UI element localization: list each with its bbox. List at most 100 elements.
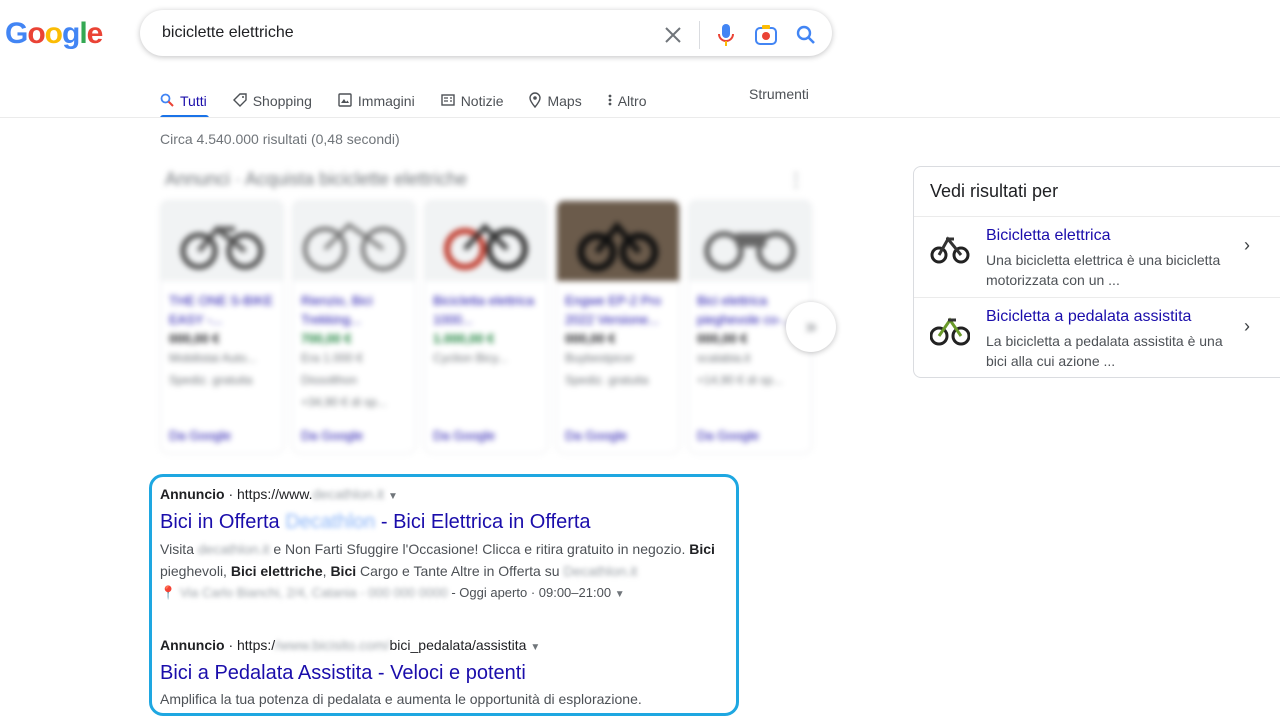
more-icon bbox=[608, 93, 612, 110]
dot-separator: · bbox=[228, 637, 237, 653]
ad-label: Annuncio bbox=[160, 486, 225, 502]
product-title: THE ONE S-BIKE EASY -... bbox=[169, 293, 274, 327]
tag-icon bbox=[232, 92, 247, 110]
tab-label: Altro bbox=[617, 93, 647, 109]
panel-item-title: Bicicletta elettrica bbox=[986, 227, 1111, 244]
chevron-right-icon: » bbox=[805, 315, 817, 338]
camera-icon[interactable] bbox=[754, 23, 778, 47]
search-tabs: Tutti Shopping Immagini Notizie Maps Alt… bbox=[160, 84, 673, 118]
ad-url-domain: decathlon.it bbox=[312, 486, 385, 502]
product-shipping: Dissolthon bbox=[301, 373, 358, 387]
chevron-down-icon[interactable]: ▼ bbox=[530, 642, 540, 653]
image-icon bbox=[338, 92, 352, 110]
product-title: Engwe EP-2 Pro 2022 Versione... bbox=[565, 293, 662, 327]
product-shipping: +14,90 € di sp... bbox=[697, 373, 783, 387]
panel-item-desc: Una bicicletta elettrica è una biciclett… bbox=[986, 252, 1221, 288]
product-price: 000,00 € bbox=[565, 331, 616, 346]
panel-item-bicicletta-elettrica[interactable]: Bicicletta elettrica Una bicicletta elet… bbox=[914, 216, 1280, 296]
ad-title-link[interactable]: Bici a Pedalata Assistita - Veloci e pot… bbox=[160, 662, 526, 685]
tab-label: Notizie bbox=[460, 93, 504, 109]
ad-location-line[interactable]: 📍 Via Carlo Bianchi, 2/4, Catania - 000 … bbox=[160, 582, 625, 606]
ad-title-brand: Decathlon bbox=[285, 511, 376, 533]
mic-icon[interactable] bbox=[714, 23, 738, 47]
ad-label: Annuncio bbox=[160, 637, 225, 653]
search-icon[interactable] bbox=[794, 23, 818, 47]
chevron-right-icon: › bbox=[1244, 235, 1250, 255]
panel-item-desc: La bicicletta a pedalata assistita è una… bbox=[986, 333, 1223, 369]
ad-title-part: Bici in Offerta bbox=[160, 511, 286, 533]
pin-icon bbox=[529, 91, 542, 111]
product-source: Da Google bbox=[565, 428, 628, 443]
ad-url-line[interactable]: Annuncio · https://www.decathlon.it ▼ bbox=[160, 486, 398, 502]
google-logo[interactable]: Google bbox=[5, 17, 103, 51]
product-seller: Mobilistai Auto... bbox=[169, 351, 257, 365]
product-price: 700,00 € bbox=[301, 331, 352, 346]
search-icon bbox=[160, 93, 174, 110]
product-seller: Cyclion Bicy... bbox=[433, 351, 508, 365]
ad-url-line[interactable]: Annuncio · https://www.bicisito.com/bici… bbox=[160, 637, 540, 653]
header-divider bbox=[0, 117, 1280, 118]
product-extra: +34,90 € di sp... bbox=[301, 395, 387, 409]
pin-icon: 📍 bbox=[160, 585, 177, 600]
ad-title-link[interactable]: Bici in Offerta Decathlon - Bici Elettri… bbox=[160, 511, 591, 534]
bike-image bbox=[689, 201, 811, 281]
panel-item-title: Bicicletta a pedalata assistita bbox=[986, 308, 1192, 325]
result-stats: Circa 4.540.000 risultati (0,48 secondi) bbox=[160, 131, 400, 147]
product-card[interactable]: THE ONE S-BIKE EASY -... 000,00 € Mobili… bbox=[160, 200, 284, 454]
product-price: 1.000,00 € bbox=[433, 331, 495, 346]
tab-label: Maps bbox=[547, 93, 582, 109]
panel-title: Vedi risultati per bbox=[930, 181, 1059, 201]
see-results-panel: Vedi risultati per Bicicletta elettrica … bbox=[913, 166, 1280, 378]
product-title: Rienzio, Bici Trekking... bbox=[301, 293, 373, 327]
tab-maps[interactable]: Maps bbox=[529, 84, 591, 118]
ad-url-domain: /www.bicisito.com/ bbox=[275, 637, 390, 653]
search-divider bbox=[699, 21, 700, 49]
ad-url: https://www. bbox=[237, 486, 313, 502]
product-seller: Era 1.000 € bbox=[301, 351, 364, 365]
dot-separator: · bbox=[228, 486, 237, 502]
shopping-title: Annunci · Acquista biciclette elettriche bbox=[165, 169, 468, 189]
clear-icon[interactable] bbox=[661, 23, 685, 47]
bike-image bbox=[557, 201, 679, 281]
product-card[interactable]: Rienzio, Bici Trekking... 700,00 € Era 1… bbox=[292, 200, 416, 454]
carousel-next-button[interactable]: » bbox=[786, 302, 836, 352]
product-source: Da Google bbox=[301, 428, 364, 443]
ad-hours: - Oggi aperto · 09:00–21:00 bbox=[451, 585, 612, 600]
ad-description: Amplifica la tua potenza di pedalata e a… bbox=[160, 691, 642, 707]
product-shipping: Spediz. gratuita bbox=[565, 373, 649, 387]
product-card[interactable]: Engwe EP-2 Pro 2022 Versione... 000,00 €… bbox=[556, 200, 680, 454]
tab-label: Tutti bbox=[180, 93, 207, 109]
ad-title-part: - Bici Elettrica in Offerta bbox=[375, 511, 591, 533]
search-input[interactable]: biciclette elettriche bbox=[162, 24, 294, 42]
tab-label: Immagini bbox=[357, 93, 415, 109]
product-source: Da Google bbox=[697, 428, 760, 443]
tools-button[interactable]: Strumenti bbox=[749, 86, 809, 102]
ad-url-path: bici_pedalata/assistita bbox=[389, 637, 527, 653]
panel-item-pedalata-assistita[interactable]: Bicicletta a pedalata assistita La bicic… bbox=[914, 297, 1280, 377]
product-source: Da Google bbox=[169, 428, 232, 443]
more-options-icon[interactable]: ⋮ bbox=[787, 170, 805, 191]
tab-altro[interactable]: Altro bbox=[608, 84, 657, 118]
chevron-down-icon[interactable]: ▼ bbox=[615, 589, 625, 600]
product-card[interactable]: Bicicletta elettrica 1000... 1.000,00 € … bbox=[424, 200, 548, 454]
news-icon bbox=[440, 93, 455, 110]
search-box[interactable]: biciclette elettriche bbox=[140, 10, 832, 56]
product-source: Da Google bbox=[433, 428, 496, 443]
bike-thumbnail bbox=[929, 308, 971, 348]
product-price: 000,00 € bbox=[169, 331, 220, 346]
tab-tutti[interactable]: Tutti bbox=[160, 84, 217, 118]
tab-shopping[interactable]: Shopping bbox=[232, 84, 322, 118]
ad-address: Via Carlo Bianchi, 2/4, Catania - 000 00… bbox=[179, 585, 448, 600]
product-seller: scalabia.it bbox=[697, 351, 751, 365]
product-title: Bicicletta elettrica 1000... bbox=[433, 293, 535, 327]
bike-thumbnail bbox=[930, 227, 970, 267]
tab-label: Shopping bbox=[252, 93, 312, 109]
chevron-down-icon[interactable]: ▼ bbox=[388, 491, 398, 502]
product-seller: Buybestpicer bbox=[565, 351, 635, 365]
tab-immagini[interactable]: Immagini bbox=[338, 84, 425, 118]
bike-image bbox=[161, 201, 283, 281]
bike-image bbox=[293, 201, 415, 281]
ad-description: Visita decathlon.it e Non Farti Sfuggire… bbox=[160, 541, 715, 579]
bike-image bbox=[425, 201, 547, 281]
tab-notizie[interactable]: Notizie bbox=[440, 84, 514, 118]
